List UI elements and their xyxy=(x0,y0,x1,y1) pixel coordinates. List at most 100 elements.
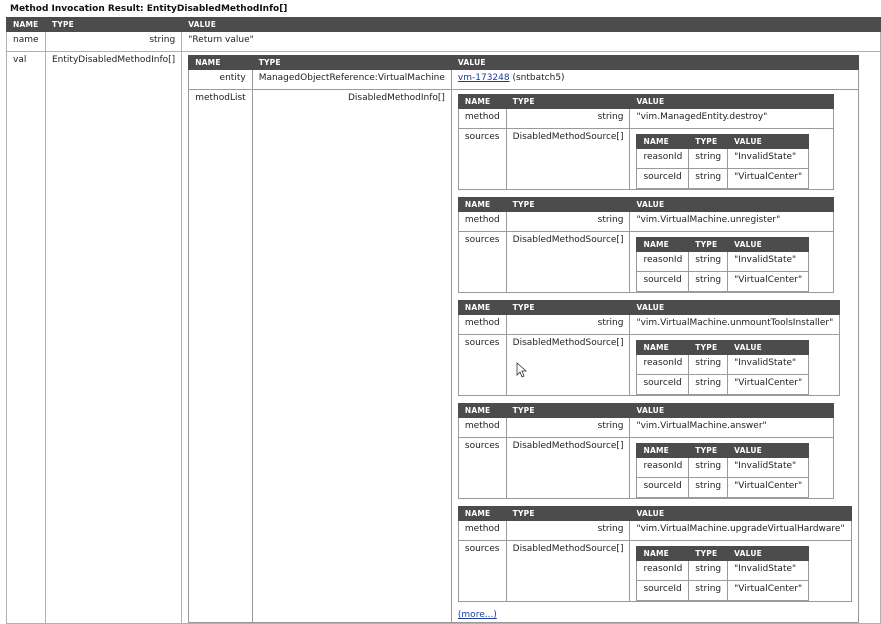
val-container: NAME TYPE VALUE entity ManagedObjectRefe… xyxy=(181,51,881,624)
method-info-table: NAME TYPE VALUE method string "vim.Virtu… xyxy=(457,300,841,396)
source-label: sourceId xyxy=(636,168,690,189)
source-label: sourceId xyxy=(636,477,690,498)
methodlist-value: NAME TYPE VALUE method string "vim.Manag… xyxy=(450,89,859,623)
source-label: sourceId xyxy=(636,271,690,292)
more-link[interactable]: (more...) xyxy=(458,609,852,622)
source-value: "VirtualCenter" xyxy=(727,271,810,292)
source-value: "VirtualCenter" xyxy=(727,580,810,601)
sources-value: NAME TYPE VALUE reasonId string "Invalid… xyxy=(629,334,841,396)
reason-type: string xyxy=(688,251,729,272)
table-row: reasonId string "InvalidState" xyxy=(636,148,810,169)
col-header-name: NAME xyxy=(188,55,253,70)
source-type: string xyxy=(688,477,729,498)
sources-type: DisabledMethodSource[] xyxy=(505,437,631,499)
table-row: method string "vim.VirtualMachine.unmoun… xyxy=(457,314,841,335)
source-value: "VirtualCenter" xyxy=(727,477,810,498)
col-header-type: TYPE xyxy=(251,55,452,70)
source-value: "VirtualCenter" xyxy=(727,374,810,395)
col-header-value: VALUE xyxy=(727,340,810,355)
entity-value: vm-173248 (sntbatch5) xyxy=(450,69,859,90)
sources-type: DisabledMethodSource[] xyxy=(505,231,631,293)
source-value: "VirtualCenter" xyxy=(727,168,810,189)
sources-label: sources xyxy=(457,540,507,602)
reason-label: reasonId xyxy=(636,354,690,375)
method-label: method xyxy=(457,108,507,129)
method-label: method xyxy=(457,314,507,335)
method-source-table: NAME TYPE VALUE reasonId string "Invalid… xyxy=(636,546,810,601)
col-header-value: VALUE xyxy=(181,17,881,32)
reason-type: string xyxy=(688,354,729,375)
method-value: "vim.VirtualMachine.upgradeVirtualHardwa… xyxy=(629,520,852,541)
method-value: "vim.VirtualMachine.unregister" xyxy=(629,211,834,232)
method-type: string xyxy=(505,314,631,335)
table-row: sourceId string "VirtualCenter" xyxy=(636,374,810,395)
col-header-name: NAME xyxy=(636,340,690,355)
table-row: sourceId string "VirtualCenter" xyxy=(636,271,810,292)
col-header-value: VALUE xyxy=(727,443,810,458)
sources-value: NAME TYPE VALUE reasonId string "Invalid… xyxy=(629,540,852,602)
sources-value: NAME TYPE VALUE reasonId string "Invalid… xyxy=(629,437,834,499)
row-name-cell: name xyxy=(6,31,46,52)
table-row: sources DisabledMethodSource[] NAME TYPE… xyxy=(457,128,834,190)
method-source-table: NAME TYPE VALUE reasonId string "Invalid… xyxy=(636,443,810,498)
reason-type: string xyxy=(688,457,729,478)
method-type: string xyxy=(505,211,631,232)
method-value: "vim.VirtualMachine.answer" xyxy=(629,417,834,438)
col-header-value: VALUE xyxy=(727,546,810,561)
sources-label: sources xyxy=(457,128,507,190)
reason-label: reasonId xyxy=(636,560,690,581)
method-type: string xyxy=(505,520,631,541)
reason-value: "InvalidState" xyxy=(727,148,810,169)
reason-label: reasonId xyxy=(636,148,690,169)
row-type-cell: string xyxy=(44,31,183,52)
method-source-table: NAME TYPE VALUE reasonId string "Invalid… xyxy=(636,340,810,395)
row-name-cell: val xyxy=(6,51,46,624)
col-header-type: TYPE xyxy=(505,197,631,212)
method-type: string xyxy=(505,108,631,129)
sources-label: sources xyxy=(457,231,507,293)
col-header-name: NAME xyxy=(457,403,507,418)
col-header-name: NAME xyxy=(457,197,507,212)
col-header-value: VALUE xyxy=(629,197,834,212)
reason-label: reasonId xyxy=(636,251,690,272)
source-label: sourceId xyxy=(636,580,690,601)
table-row: method string "vim.VirtualMachine.unregi… xyxy=(457,211,834,232)
col-header-name: NAME xyxy=(636,546,690,561)
method-label: method xyxy=(457,520,507,541)
table-row: sourceId string "VirtualCenter" xyxy=(636,168,810,189)
method-info-table: NAME TYPE VALUE method string "vim.Virtu… xyxy=(457,197,834,293)
methodlist-type: DisabledMethodInfo[] xyxy=(251,89,452,623)
entity-label: entity xyxy=(188,69,253,90)
method-info-table: NAME TYPE VALUE method string "vim.Manag… xyxy=(457,94,834,190)
result-table: NAME TYPE VALUE name string "Return valu… xyxy=(6,17,881,624)
col-header-type: TYPE xyxy=(688,237,729,252)
table-row: sourceId string "VirtualCenter" xyxy=(636,580,810,601)
sources-type: DisabledMethodSource[] xyxy=(505,128,631,190)
table-row: sources DisabledMethodSource[] NAME TYPE… xyxy=(457,231,834,293)
row-type-cell: EntityDisabledMethodInfo[] xyxy=(44,51,183,624)
col-header-name: NAME xyxy=(457,300,507,315)
table-row: reasonId string "InvalidState" xyxy=(636,560,810,581)
table-row: method string "vim.VirtualMachine.answer… xyxy=(457,417,834,438)
col-header-value: VALUE xyxy=(629,506,852,521)
reason-type: string xyxy=(688,560,729,581)
col-header-type: TYPE xyxy=(688,134,729,149)
source-type: string xyxy=(688,271,729,292)
table-row: reasonId string "InvalidState" xyxy=(636,251,810,272)
method-info-table: NAME TYPE VALUE method string "vim.Virtu… xyxy=(457,506,852,602)
sources-label: sources xyxy=(457,334,507,396)
sources-value: NAME TYPE VALUE reasonId string "Invalid… xyxy=(629,128,834,190)
col-header-type: TYPE xyxy=(44,17,183,32)
methodlist-label: methodList xyxy=(188,89,253,623)
table-row: entity ManagedObjectReference:VirtualMac… xyxy=(188,69,859,90)
method-source-table: NAME TYPE VALUE reasonId string "Invalid… xyxy=(636,134,810,189)
table-row: methodList DisabledMethodInfo[] NAME TYP… xyxy=(188,89,859,623)
col-header-name: NAME xyxy=(636,134,690,149)
col-header-type: TYPE xyxy=(688,340,729,355)
table-row: method string "vim.VirtualMachine.upgrad… xyxy=(457,520,852,541)
row-value-cell: "Return value" xyxy=(181,31,881,52)
table-row: method string "vim.ManagedEntity.destroy… xyxy=(457,108,834,129)
col-header-value: VALUE xyxy=(629,300,841,315)
reason-type: string xyxy=(688,148,729,169)
entity-link[interactable]: vm-173248 xyxy=(458,73,510,83)
